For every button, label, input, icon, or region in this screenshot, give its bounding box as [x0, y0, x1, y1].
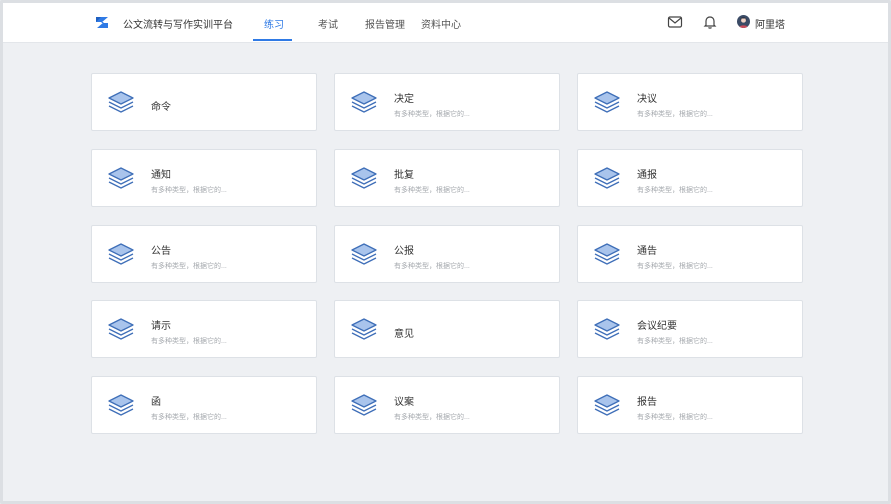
app-window: 公文流转与写作实训平台 练习 考试 报告管理 资料中心 阿里塔 命令 决定 有多… [0, 0, 891, 504]
card-motion[interactable]: 议案 有多种类型，根据它的... [334, 376, 560, 434]
nav-tab-exam[interactable]: 考试 [318, 16, 338, 31]
card-title: 批复 [394, 170, 414, 181]
card-description: 有多种类型，根据它的... [637, 111, 713, 118]
card-request[interactable]: 请示 有多种类型，根据它的... [91, 300, 317, 358]
card-title: 通知 [151, 170, 171, 181]
layers-icon [594, 394, 620, 416]
layers-icon [108, 91, 134, 113]
card-bulletin[interactable]: 通报 有多种类型，根据它的... [577, 149, 803, 207]
layers-icon [108, 318, 134, 340]
layers-icon [594, 318, 620, 340]
card-reply[interactable]: 批复 有多种类型，根据它的... [334, 149, 560, 207]
card-description: 有多种类型，根据它的... [637, 338, 713, 345]
card-description: 有多种类型，根据它的... [394, 414, 470, 421]
card-announcement[interactable]: 公告 有多种类型，根据它的... [91, 225, 317, 283]
avatar[interactable] [737, 15, 750, 28]
card-description: 有多种类型，根据它的... [637, 263, 713, 270]
mail-icon[interactable] [667, 14, 683, 30]
card-meeting-minutes[interactable]: 会议纪要 有多种类型，根据它的... [577, 300, 803, 358]
card-decision[interactable]: 决定 有多种类型，根据它的... [334, 73, 560, 131]
card-title: 报告 [637, 397, 657, 408]
avatar-person-icon [739, 17, 748, 28]
card-description: 有多种类型，根据它的... [637, 187, 713, 194]
card-description: 有多种类型，根据它的... [394, 263, 470, 270]
card-title: 公报 [394, 246, 414, 257]
card-title: 通告 [637, 246, 657, 257]
layers-icon [351, 91, 377, 113]
active-tab-indicator [253, 39, 292, 41]
card-command[interactable]: 命令 [91, 73, 317, 131]
card-description: 有多种类型，根据它的... [151, 187, 227, 194]
layers-icon [351, 318, 377, 340]
card-description: 有多种类型，根据它的... [151, 338, 227, 345]
user-name[interactable]: 阿里塔 [755, 16, 785, 31]
nav-tab-practice[interactable]: 练习 [264, 16, 284, 31]
card-title: 函 [151, 397, 161, 408]
app-logo-icon [96, 17, 108, 28]
top-navigation-bar: 公文流转与写作实训平台 练习 考试 报告管理 资料中心 阿里塔 [3, 3, 888, 43]
nav-tab-resource-center[interactable]: 资料中心 [421, 16, 461, 31]
card-title: 公告 [151, 246, 171, 257]
card-title: 决定 [394, 94, 414, 105]
card-description: 有多种类型，根据它的... [151, 263, 227, 270]
card-letter[interactable]: 函 有多种类型，根据它的... [91, 376, 317, 434]
layers-icon [351, 394, 377, 416]
card-title: 通报 [637, 170, 657, 181]
card-title: 请示 [151, 321, 171, 332]
card-title: 议案 [394, 397, 414, 408]
layers-icon [351, 243, 377, 265]
card-report[interactable]: 报告 有多种类型，根据它的... [577, 376, 803, 434]
card-communique[interactable]: 公报 有多种类型，根据它的... [334, 225, 560, 283]
layers-icon [108, 394, 134, 416]
card-title: 命令 [151, 102, 171, 113]
card-opinion[interactable]: 意见 [334, 300, 560, 358]
layers-icon [108, 243, 134, 265]
layers-icon [594, 243, 620, 265]
layers-icon [351, 167, 377, 189]
app-title: 公文流转与写作实训平台 [123, 20, 233, 31]
card-description: 有多种类型，根据它的... [637, 414, 713, 421]
card-notice[interactable]: 通知 有多种类型，根据它的... [91, 149, 317, 207]
card-description: 有多种类型，根据它的... [394, 187, 470, 194]
layers-icon [594, 167, 620, 189]
layers-icon [594, 91, 620, 113]
card-public-notice[interactable]: 通告 有多种类型，根据它的... [577, 225, 803, 283]
card-title: 意见 [394, 329, 414, 340]
card-description: 有多种类型，根据它的... [394, 111, 470, 118]
card-title: 决议 [637, 94, 657, 105]
bell-icon[interactable] [702, 14, 718, 30]
layers-icon [108, 167, 134, 189]
card-resolution[interactable]: 决议 有多种类型，根据它的... [577, 73, 803, 131]
card-title: 会议纪要 [637, 321, 677, 332]
nav-tab-report-management[interactable]: 报告管理 [365, 16, 405, 31]
card-description: 有多种类型，根据它的... [151, 414, 227, 421]
